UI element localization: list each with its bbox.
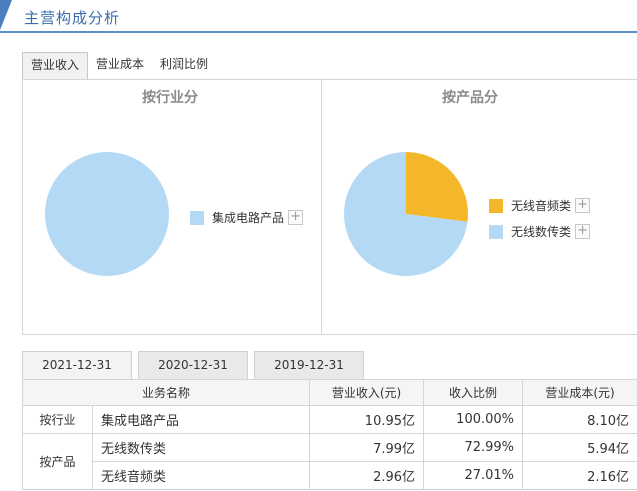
row-category: 按行业 xyxy=(22,405,93,434)
row-revenue: 2.96亿 xyxy=(309,461,425,490)
row-ratio: 72.99% xyxy=(423,433,524,462)
legend-label: 集成电路产品 xyxy=(212,211,285,225)
row-revenue: 10.95亿 xyxy=(309,405,425,434)
table-header-row: 业务名称 营业收入(元) 收入比例 营业成本(元) xyxy=(21,379,637,406)
column-header-business-name: 业务名称 xyxy=(21,379,311,406)
row-name: 无线音频类 xyxy=(91,461,311,490)
business-composition-table: 业务名称 营业收入(元) 收入比例 营业成本(元) 按行业 集成电路产品 10.… xyxy=(21,379,637,490)
table-row: 无线音频类 2.96亿 27.01% 2.16亿 xyxy=(23,461,637,490)
legend-expand-button[interactable]: + xyxy=(575,198,591,213)
row-revenue: 7.99亿 xyxy=(309,433,425,462)
row-cost: 2.16亿 xyxy=(522,461,637,490)
legend-item-integrated-circuit: 集成电路产品 + xyxy=(190,209,304,226)
table-row: 按产品 无线数传类 7.99亿 72.99% 5.94亿 xyxy=(22,433,637,490)
row-cost: 8.10亿 xyxy=(522,405,637,434)
legend-swatch xyxy=(489,198,503,213)
date-tab-2019[interactable]: 2019-12-31 xyxy=(254,351,364,379)
pie-slice-集成电路产品[interactable] xyxy=(45,152,169,276)
column-header-revenue: 营业收入(元) xyxy=(309,379,425,406)
legend-label: 无线数传类 xyxy=(511,225,572,239)
legend-swatch xyxy=(489,224,503,239)
row-category: 按产品 xyxy=(22,433,93,490)
row-ratio: 27.01% xyxy=(423,461,524,490)
date-tab-2021[interactable]: 2021-12-31 xyxy=(22,351,132,379)
legend-item-wireless-audio: 无线音频类 + xyxy=(489,197,591,214)
table-row: 按行业 集成电路产品 10.95亿 100.00% 8.10亿 xyxy=(22,405,637,434)
row-ratio: 100.00% xyxy=(423,405,524,434)
column-header-ratio: 收入比例 xyxy=(423,379,524,406)
pie-chart-product xyxy=(344,152,469,276)
date-tab-2020[interactable]: 2020-12-31 xyxy=(138,351,248,379)
legend-item-wireless-data: 无线数传类 + xyxy=(489,223,591,240)
legend-expand-button[interactable]: + xyxy=(575,224,591,239)
pie-chart-industry xyxy=(45,152,169,276)
row-name: 集成电路产品 xyxy=(91,405,311,434)
column-header-cost: 营业成本(元) xyxy=(522,379,637,406)
pie-slice-无线音频类[interactable] xyxy=(406,152,469,222)
row-cost: 5.94亿 xyxy=(522,433,637,462)
legend-label: 无线音频类 xyxy=(511,199,572,213)
legend-expand-button[interactable]: + xyxy=(288,210,304,225)
legend-swatch xyxy=(190,210,204,225)
row-name: 无线数传类 xyxy=(91,433,311,462)
